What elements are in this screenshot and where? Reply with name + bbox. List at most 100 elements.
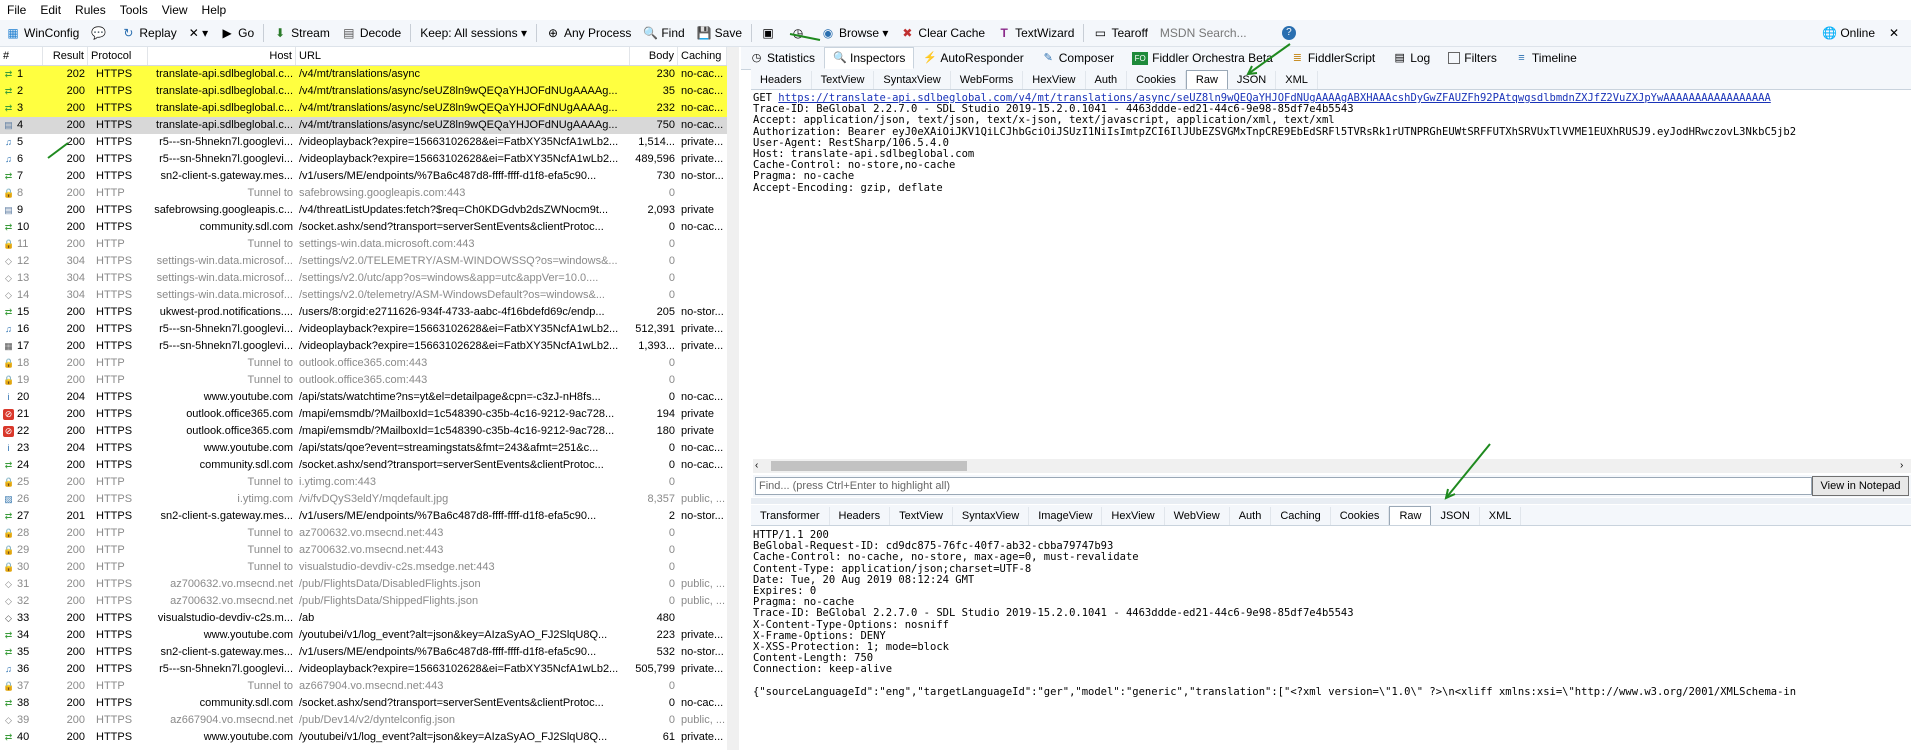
session-row[interactable]: ♫ 6 200 HTTPS r5---sn-5hnekn7l.googlevi.../v…: [0, 151, 727, 168]
menu-file[interactable]: File: [0, 3, 33, 17]
tab-timeline[interactable]: ≡ Timeline: [1506, 47, 1586, 69]
textwizard-button[interactable]: T TextWizard: [991, 22, 1080, 44]
session-row[interactable]: 🔒 11 200 HTTP Tunnel to settings-win.data.mic…: [0, 236, 727, 253]
request-tab-auth[interactable]: Auth: [1086, 71, 1128, 89]
scroll-right-icon[interactable]: ›: [1900, 460, 1903, 471]
session-row[interactable]: i 20 204 HTTPS www.youtube.com/api/stats/wat…: [0, 389, 727, 406]
response-tab-imageview[interactable]: ImageView: [1029, 507, 1103, 525]
tab-autoresponder[interactable]: ⚡ AutoResponder: [914, 47, 1032, 69]
tab-fiddlerscript[interactable]: ≣ FiddlerScript: [1282, 47, 1384, 69]
request-tab-xml[interactable]: XML: [1276, 71, 1318, 89]
session-row[interactable]: 🔒 29 200 HTTP Tunnel to az700632.vo.msecnd.ne…: [0, 542, 727, 559]
request-tab-json[interactable]: JSON: [1228, 71, 1277, 89]
session-row[interactable]: ◇ 32 200 HTTPS az700632.vo.msecnd.net/pub/Fl…: [0, 593, 727, 610]
session-row[interactable]: ▦ 17 200 HTTPS r5---sn-5hnekn7l.googlevi... /…: [0, 338, 727, 355]
session-row[interactable]: ⇄ 40 200 HTTPS www.youtube.com/youtubei/v1/l…: [0, 729, 727, 746]
screenshot-button[interactable]: ▣: [755, 22, 785, 44]
session-row[interactable]: 🔒 19 200 HTTP Tunnel to outlook.office365.com…: [0, 372, 727, 389]
tab-filters[interactable]: Filters: [1439, 47, 1506, 69]
keep-sessions-dropdown[interactable]: Keep: All sessions ▾: [414, 22, 533, 44]
tab-fiddler-orchestra[interactable]: FO Fiddler Orchestra Beta: [1123, 47, 1282, 69]
session-row[interactable]: ⇄ 27 201 HTTPS sn2-client-s.gateway.mes... /v…: [0, 508, 727, 525]
response-tab-cookies[interactable]: Cookies: [1331, 507, 1390, 525]
remove-dropdown[interactable]: ✕ ▾: [183, 22, 214, 44]
request-tab-headers[interactable]: Headers: [751, 71, 812, 89]
session-row[interactable]: ♫ 5 200 HTTPS r5---sn-5hnekn7l.googlevi.../v…: [0, 134, 727, 151]
session-row[interactable]: ◇ 12 304 HTTPS settings-win.data.microsof...…: [0, 253, 727, 270]
winconfig-button[interactable]: ▦ WinConfig: [0, 22, 85, 44]
session-row[interactable]: ◇ 14 304 HTTPS settings-win.data.microsof...…: [0, 287, 727, 304]
request-raw-text[interactable]: GET https://translate-api.sdlbeglobal.co…: [753, 93, 1908, 458]
column-header-url[interactable]: URL: [296, 47, 630, 65]
tearoff-button[interactable]: ▭ Tearoff: [1087, 22, 1153, 44]
tab-inspectors[interactable]: 🔍 Inspectors: [824, 47, 915, 69]
tab-log[interactable]: ▤ Log: [1384, 47, 1439, 69]
response-tab-webview[interactable]: WebView: [1165, 507, 1230, 525]
session-row[interactable]: 🔒 28 200 HTTP Tunnel to az700632.vo.msecnd.ne…: [0, 525, 727, 542]
save-button[interactable]: 💾 Save: [691, 22, 748, 44]
session-row[interactable]: ▨ 26 200 HTTPS i.ytimg.com/vi/fvDQyS3eldY/mq…: [0, 491, 727, 508]
msdn-search-input[interactable]: MSDN Search...: [1154, 22, 1276, 44]
response-tab-textview[interactable]: TextView: [890, 507, 953, 525]
session-row[interactable]: ◇ 39 200 HTTPS az667904.vo.msecnd.net/pub/De…: [0, 712, 727, 729]
session-row[interactable]: ⊘ 21 200 HTTPS outlook.office365.com/mapi/em…: [0, 406, 727, 423]
session-row[interactable]: ⇄ 10 200 HTTPS community.sdl.com/socket.ashx…: [0, 219, 727, 236]
session-row[interactable]: 🔒 18 200 HTTP Tunnel to outlook.office365.com…: [0, 355, 727, 372]
column-header-id[interactable]: #: [0, 47, 43, 65]
menu-tools[interactable]: Tools: [113, 3, 155, 17]
go-button[interactable]: ▶ Go: [214, 22, 260, 44]
menu-help[interactable]: Help: [195, 3, 234, 17]
column-header-host[interactable]: Host: [148, 47, 296, 65]
replay-button[interactable]: ↻ Replay: [115, 22, 182, 44]
timer-button[interactable]: ◷: [785, 22, 815, 44]
any-process-button[interactable]: ⊕ Any Process: [540, 22, 637, 44]
scrollbar-thumb[interactable]: [771, 461, 967, 471]
menu-edit[interactable]: Edit: [33, 3, 68, 17]
request-tab-textview[interactable]: TextView: [812, 71, 875, 89]
response-tab-auth[interactable]: Auth: [1230, 507, 1272, 525]
session-row[interactable]: 🔒 37 200 HTTP Tunnel to az667904.vo.msecnd.ne…: [0, 678, 727, 695]
clear-cache-button[interactable]: ✖ Clear Cache: [894, 22, 991, 44]
response-raw-text[interactable]: HTTP/1.1 200 BeGlobal-Request-ID: cd9dc8…: [753, 530, 1908, 750]
close-toolbar-button[interactable]: ✕: [1881, 22, 1911, 44]
session-row[interactable]: ⇄ 34 200 HTTPS www.youtube.com/youtubei/v1/l…: [0, 627, 727, 644]
session-row[interactable]: i 23 204 HTTPS www.youtube.com/api/stats/qoe…: [0, 440, 727, 457]
menu-view[interactable]: View: [155, 3, 195, 17]
session-row[interactable]: ⇄ 1 202 HTTPS translate-api.sdlbeglobal.c...…: [0, 66, 727, 83]
scroll-left-icon[interactable]: ‹: [755, 460, 758, 471]
session-row[interactable]: ⊘ 22 200 HTTPS outlook.office365.com/mapi/em…: [0, 423, 727, 440]
request-tab-cookies[interactable]: Cookies: [1127, 71, 1186, 89]
response-tab-xml[interactable]: XML: [1480, 507, 1522, 525]
session-row[interactable]: ⇄ 38 200 HTTPS community.sdl.com/socket.ashx…: [0, 695, 727, 712]
response-tab-json[interactable]: JSON: [1431, 507, 1480, 525]
session-row[interactable]: ⇄ 3 200 HTTPS translate-api.sdlbeglobal.c...…: [0, 100, 727, 117]
session-list-scrollbar[interactable]: [727, 47, 739, 750]
view-in-notepad-button[interactable]: View in Notepad: [1812, 476, 1909, 496]
session-row[interactable]: ⇄ 35 200 HTTPS sn2-client-s.gateway.mes... /v…: [0, 644, 727, 661]
decode-button[interactable]: ▤ Decode: [336, 22, 407, 44]
column-header-caching[interactable]: Caching: [678, 47, 727, 65]
comment-button[interactable]: 💬: [85, 22, 115, 44]
tab-composer[interactable]: ✎ Composer: [1033, 47, 1123, 69]
response-tab-raw[interactable]: Raw: [1389, 506, 1432, 525]
column-header-body[interactable]: Body: [630, 47, 678, 65]
session-row[interactable]: ⇄ 15 200 HTTPS ukwest-prod.notifications....…: [0, 304, 727, 321]
session-row[interactable]: ♫ 36 200 HTTPS r5---sn-5hnekn7l.googlevi... /…: [0, 661, 727, 678]
session-row[interactable]: ♫ 16 200 HTTPS r5---sn-5hnekn7l.googlevi... /…: [0, 321, 727, 338]
response-tab-transformer[interactable]: Transformer: [751, 507, 830, 525]
response-tab-headers[interactable]: Headers: [830, 507, 891, 525]
pane-splitter[interactable]: [751, 498, 1911, 504]
request-tab-hexview[interactable]: HexView: [1023, 71, 1086, 89]
help-button[interactable]: ?: [1276, 22, 1306, 44]
response-tab-hexview[interactable]: HexView: [1102, 507, 1165, 525]
menu-rules[interactable]: Rules: [68, 3, 113, 17]
response-tab-caching[interactable]: Caching: [1271, 507, 1331, 525]
session-row[interactable]: ▤ 4 200 HTTPS translate-api.sdlbeglobal.c...…: [0, 117, 727, 134]
column-header-result[interactable]: Result: [43, 47, 88, 65]
session-row[interactable]: ▤ 9 200 HTTPS safebrowsing.googleapis.c.../v…: [0, 202, 727, 219]
session-row[interactable]: ◇ 33 200 HTTPS visualstudio-devdiv-c2s.m... /…: [0, 610, 727, 627]
stream-button[interactable]: ⬇ Stream: [267, 22, 336, 44]
session-list[interactable]: # Result Protocol Host URL Body Caching …: [0, 47, 728, 750]
browse-dropdown[interactable]: ◉ Browse ▾: [815, 22, 894, 44]
session-row[interactable]: ⇄ 2 200 HTTPS translate-api.sdlbeglobal.c...…: [0, 83, 727, 100]
